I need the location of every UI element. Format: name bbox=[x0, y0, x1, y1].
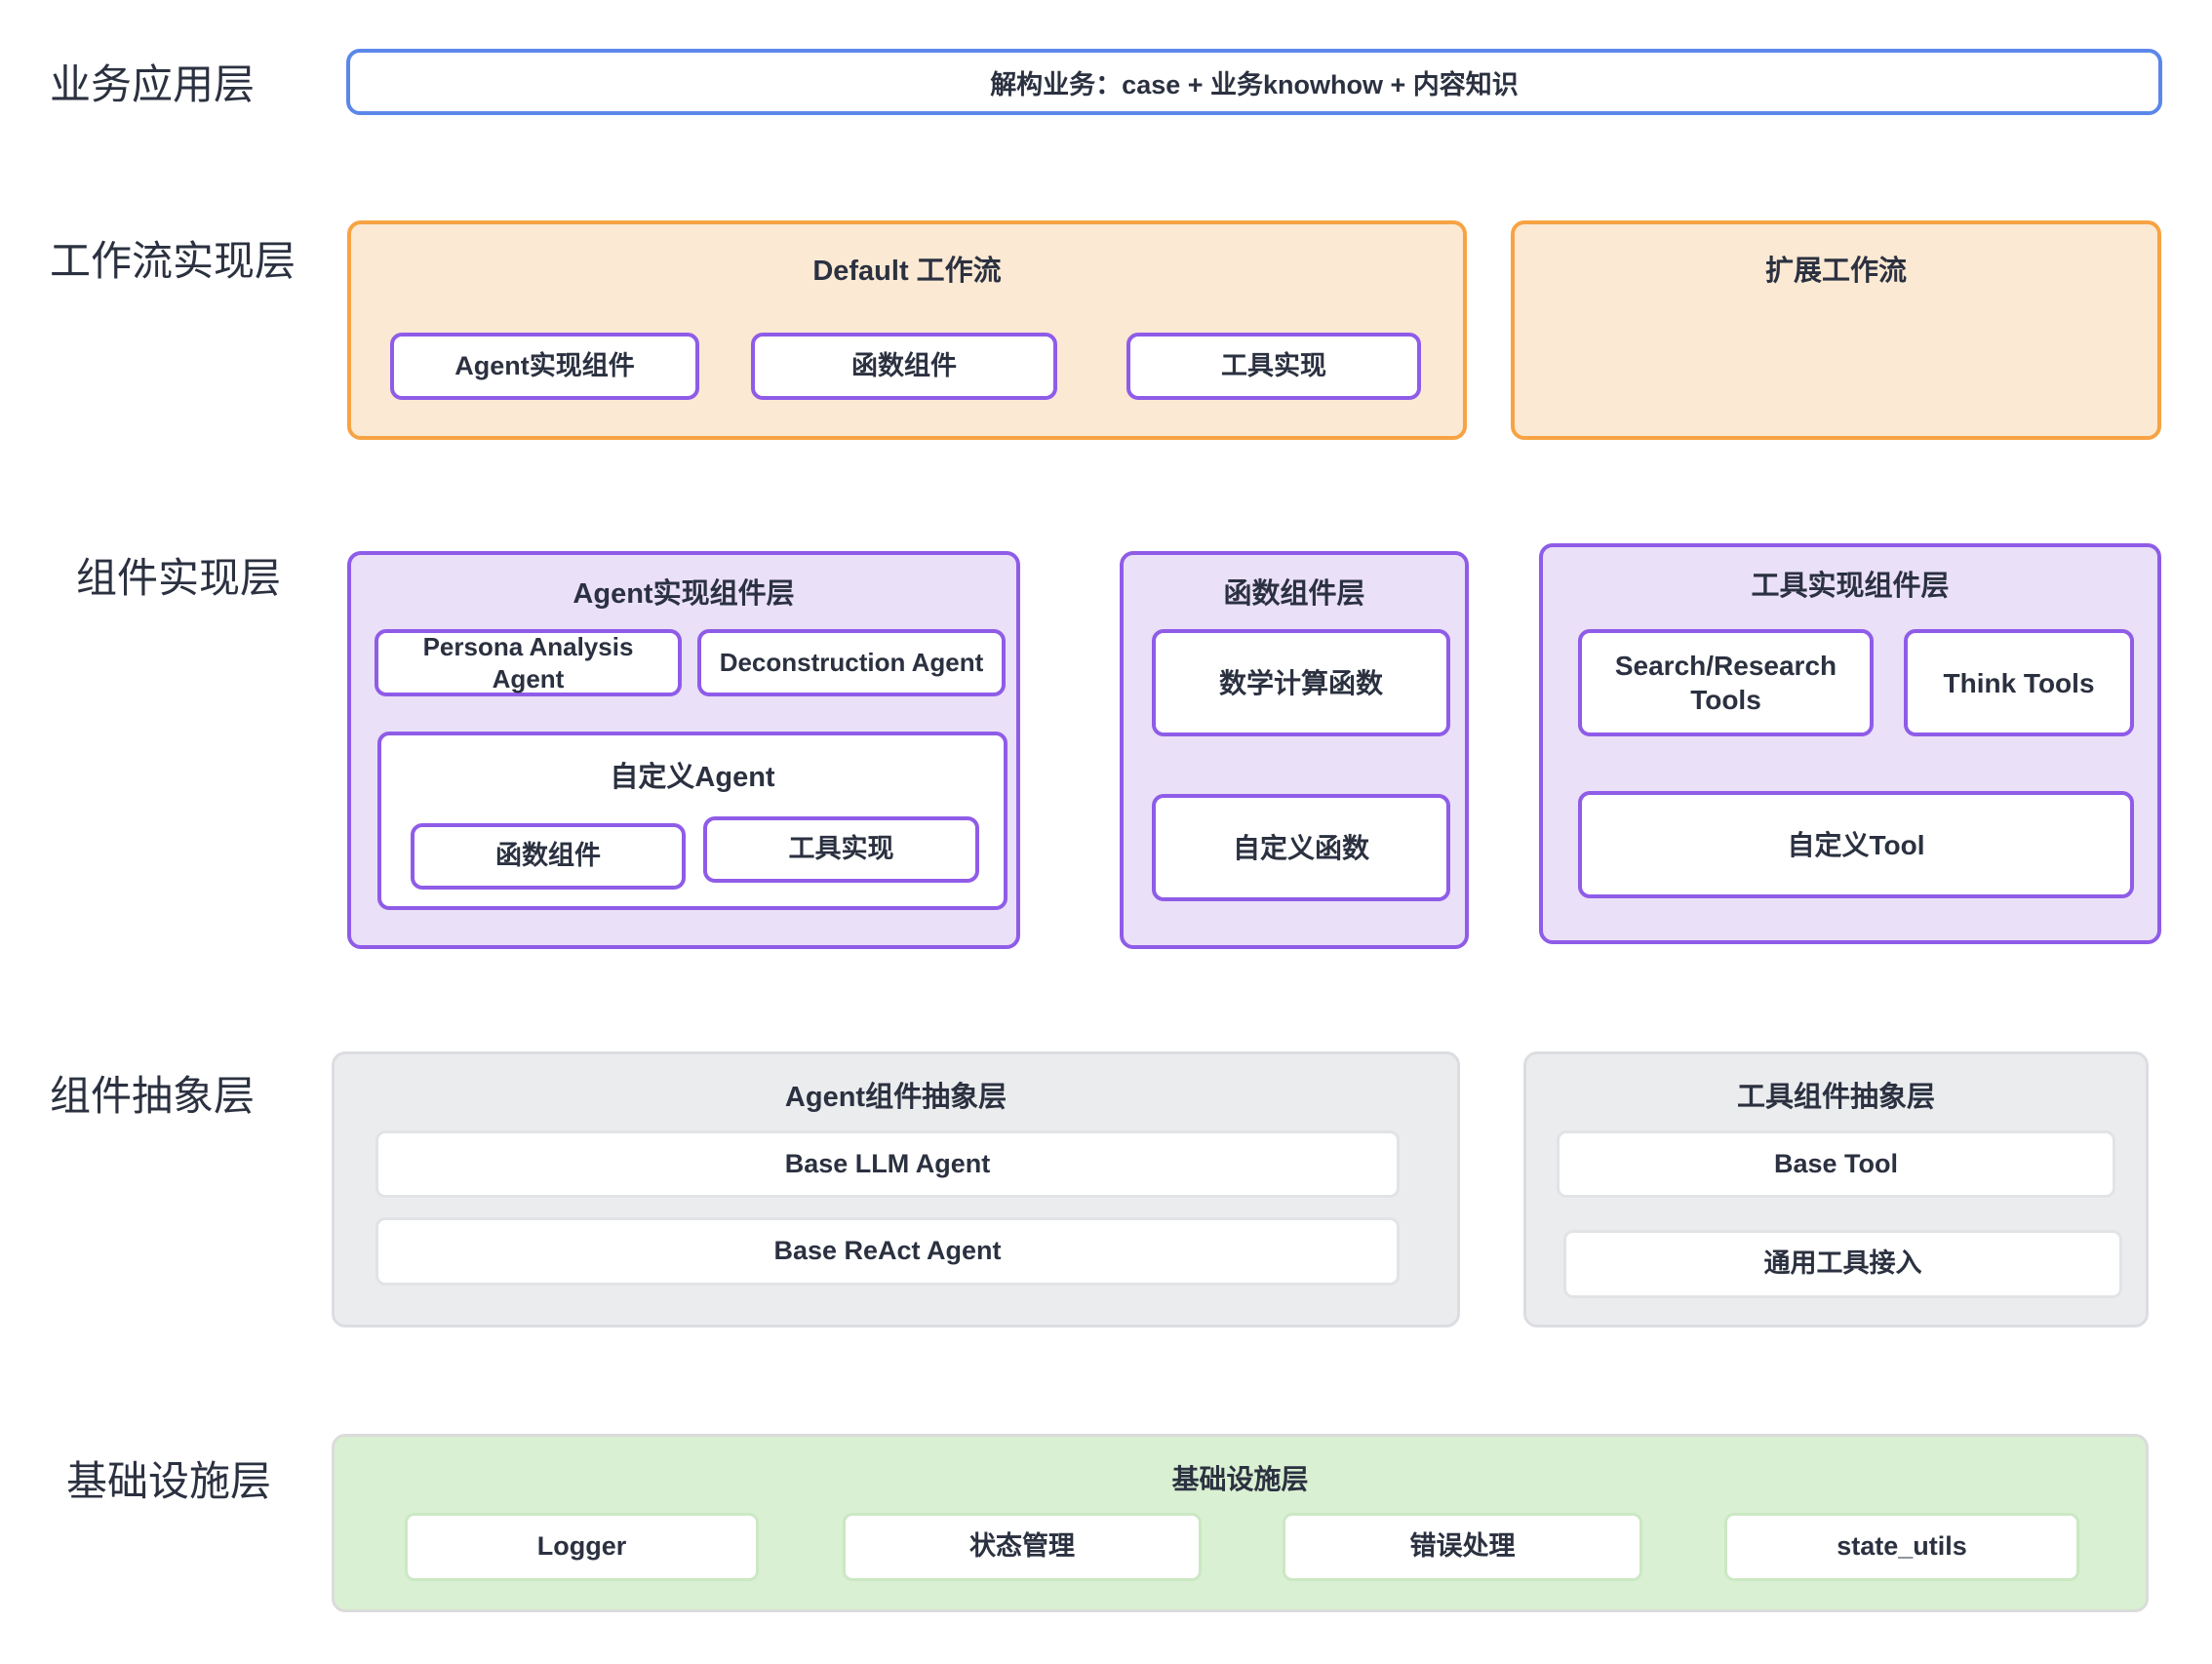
label-component-abstract-layer: 组件抽象层 bbox=[50, 1073, 255, 1120]
custom-agent-function-chip: 函数组件 bbox=[411, 823, 686, 890]
generic-tool-access-chip: 通用工具接入 bbox=[1563, 1230, 2122, 1298]
agent-impl-group-panel: Agent实现组件层 Persona Analysis Agent Decons… bbox=[347, 551, 1020, 949]
persona-analysis-agent-chip: Persona Analysis Agent bbox=[375, 629, 682, 696]
extended-workflow-title: 扩展工作流 bbox=[1515, 248, 2157, 289]
custom-function-chip: 自定义函数 bbox=[1152, 794, 1450, 901]
tool-abstract-title: 工具组件抽象层 bbox=[1526, 1074, 2146, 1115]
function-group-panel: 函数组件层 数学计算函数 自定义函数 bbox=[1120, 551, 1469, 949]
state-management-chip: 状态管理 bbox=[843, 1513, 1202, 1581]
logger-chip: Logger bbox=[405, 1513, 759, 1581]
custom-agent-tool-chip: 工具实现 bbox=[703, 816, 979, 883]
base-tool-chip: Base Tool bbox=[1557, 1130, 2115, 1198]
custom-agent-subpanel: 自定义Agent 函数组件 工具实现 bbox=[377, 732, 1007, 910]
state-utils-chip: state_utils bbox=[1724, 1513, 2079, 1581]
default-workflow-title: Default 工作流 bbox=[351, 248, 1463, 289]
error-handling-chip: 错误处理 bbox=[1283, 1513, 1642, 1581]
workflow-item-agent-impl: Agent实现组件 bbox=[390, 333, 699, 400]
agent-abstract-title: Agent组件抽象层 bbox=[335, 1074, 1457, 1115]
default-workflow-panel: Default 工作流 Agent实现组件 函数组件 工具实现 bbox=[347, 220, 1467, 440]
tool-impl-group-title: 工具实现组件层 bbox=[1543, 563, 2157, 604]
architecture-diagram: 业务应用层 工作流实现层 组件实现层 组件抽象层 基础设施层 解构业务：case… bbox=[0, 0, 2212, 1664]
base-react-agent-chip: Base ReAct Agent bbox=[375, 1217, 1400, 1286]
infrastructure-title: 基础设施层 bbox=[335, 1458, 2146, 1497]
label-business-layer: 业务应用层 bbox=[50, 61, 255, 108]
search-research-tools-chip: Search/Research Tools bbox=[1578, 629, 1874, 736]
business-banner: 解构业务：case + 业务knowhow + 内容知识 bbox=[346, 49, 2162, 115]
think-tools-chip: Think Tools bbox=[1904, 629, 2134, 736]
function-group-title: 函数组件层 bbox=[1124, 571, 1465, 612]
workflow-item-tool: 工具实现 bbox=[1126, 333, 1421, 400]
tool-abstract-panel: 工具组件抽象层 Base Tool 通用工具接入 bbox=[1523, 1051, 2149, 1327]
extended-workflow-panel: 扩展工作流 bbox=[1511, 220, 2161, 440]
custom-agent-title: 自定义Agent bbox=[381, 754, 1004, 795]
math-function-chip: 数学计算函数 bbox=[1152, 629, 1450, 736]
deconstruction-agent-chip: Deconstruction Agent bbox=[697, 629, 1006, 696]
label-infra-layer: 基础设施层 bbox=[66, 1458, 271, 1505]
business-banner-text: 解构业务：case + 业务knowhow + 内容知识 bbox=[990, 63, 1519, 101]
workflow-item-function: 函数组件 bbox=[751, 333, 1057, 400]
label-workflow-layer: 工作流实现层 bbox=[50, 238, 296, 285]
base-llm-agent-chip: Base LLM Agent bbox=[375, 1130, 1400, 1198]
label-component-impl-layer: 组件实现层 bbox=[76, 555, 281, 602]
custom-tool-chip: 自定义Tool bbox=[1578, 791, 2134, 898]
infrastructure-panel: 基础设施层 Logger 状态管理 错误处理 state_utils bbox=[332, 1434, 2149, 1612]
agent-abstract-panel: Agent组件抽象层 Base LLM Agent Base ReAct Age… bbox=[332, 1051, 1460, 1327]
tool-impl-group-panel: 工具实现组件层 Search/Research Tools Think Tool… bbox=[1539, 543, 2161, 944]
agent-impl-group-title: Agent实现组件层 bbox=[351, 571, 1016, 612]
